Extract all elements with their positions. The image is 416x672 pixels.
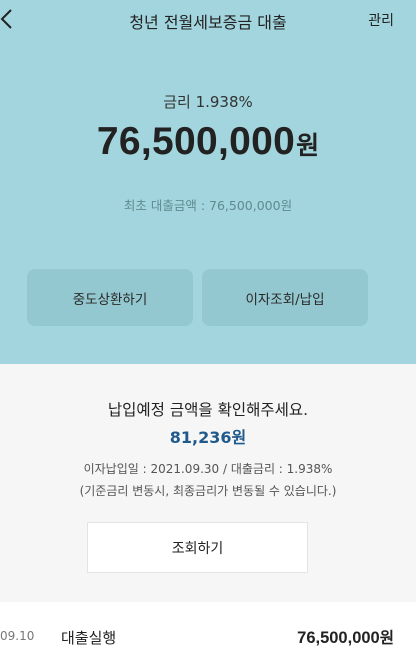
transaction-amount: 76,500,000원	[297, 626, 394, 648]
initial-loan-amount: 최초 대출금액 : 76,500,000원	[123, 198, 293, 213]
query-button[interactable]: 조회하기	[87, 522, 308, 573]
interest-inquiry-button[interactable]: 이자조회/납입	[202, 269, 368, 326]
transaction-label: 대출실행	[61, 629, 117, 647]
loan-balance-value: 76,500,000	[96, 120, 296, 163]
payment-note: (기준금리 변동시, 최종금리가 변동될 수 있습니다.)	[79, 484, 337, 498]
transaction-amount-unit: 원	[379, 629, 394, 647]
transaction-date: 09.10	[0, 629, 35, 643]
payment-notice-title: 납입예정 금액을 확인해주세요.	[107, 401, 309, 419]
page-title: 청년 전월세보증금 대출	[129, 13, 287, 32]
payment-notice: 납입예정 금액을 확인해주세요. 81,236원 이자납입일 : 2021.09…	[0, 364, 416, 602]
loan-balance: 76,500,000원	[0, 120, 416, 164]
payment-info: 이자납입일 : 2021.09.30 / 대출금리 : 1.938%	[83, 462, 333, 476]
loan-balance-unit: 원	[296, 131, 320, 160]
early-repayment-button[interactable]: 중도상환하기	[27, 269, 193, 326]
interest-rate: 금리 1.938%	[163, 93, 253, 111]
loan-summary-panel: 청년 전월세보증금 대출 관리 금리 1.938% 76,500,000원 최초…	[0, 0, 416, 364]
payment-amount: 81,236원	[169, 428, 247, 447]
manage-button[interactable]: 관리	[368, 10, 394, 30]
transaction-row: 09.10 대출실행 76,500,000원	[0, 602, 416, 672]
transaction-amount-value: 76,500,000	[297, 629, 380, 647]
nav-bar: 청년 전월세보증금 대출 관리	[0, 0, 416, 40]
